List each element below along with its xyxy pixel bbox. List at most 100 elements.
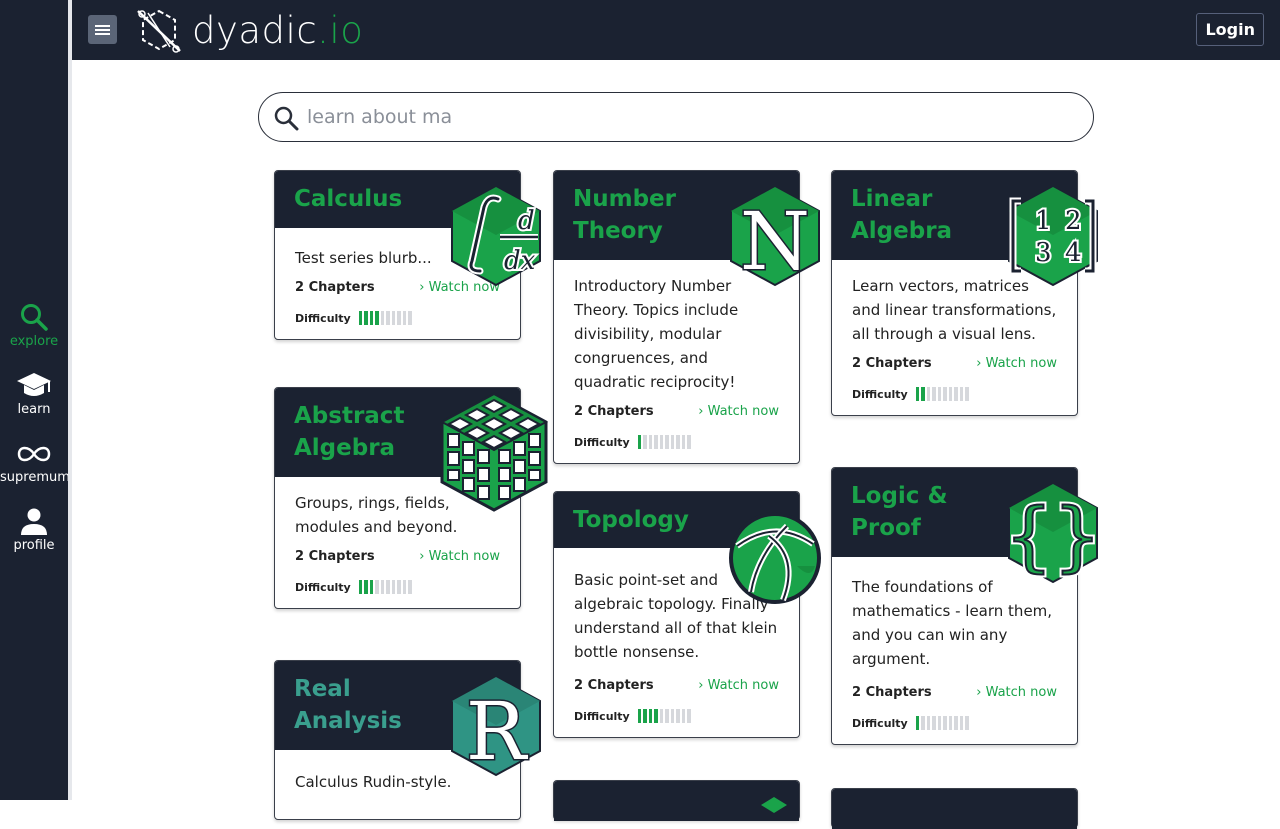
svg-text:1: 1 (1035, 206, 1052, 236)
difficulty-bar (637, 435, 691, 449)
difficulty-segment (648, 709, 653, 723)
difficulty-segment (915, 387, 920, 401)
chapter-count: 2 Chapters (852, 356, 932, 371)
card-header: Calculus d dx (275, 171, 541, 287)
svg-text:R: R (466, 685, 529, 777)
chapter-count: 2 Chapters (295, 549, 375, 564)
difficulty-segment (402, 311, 407, 325)
course-card-logic-proof[interactable]: Logic & Proof {} {} The foundations of m… (831, 467, 1099, 745)
watch-now-link[interactable]: › Watch now (976, 356, 1057, 371)
sidebar-item-explore[interactable]: explore (0, 302, 68, 349)
watch-now-link[interactable]: › Watch now (698, 404, 779, 419)
difficulty-segment (358, 580, 363, 594)
card-title: Linear Algebra (851, 186, 953, 244)
difficulty-segment (375, 311, 379, 325)
difficulty-segment (391, 580, 396, 594)
logo[interactable]: dyadic.io (134, 4, 363, 56)
card-header: Logic & Proof {} {} (832, 468, 1099, 584)
sidebar-item-label: explore (9, 334, 59, 349)
course-card-calculus[interactable]: Calculus d dx Test series blurb... 2 Cha… (274, 170, 541, 340)
difficulty-segment (380, 311, 385, 325)
course-card-partial[interactable] (831, 788, 1078, 829)
difficulty-label: Difficulty (852, 716, 908, 730)
difficulty-segment (926, 387, 931, 401)
difficulty-segment (369, 580, 374, 594)
course-card-partial[interactable] (553, 780, 800, 821)
person-icon (21, 508, 47, 535)
difficulty-segment (676, 435, 680, 449)
svg-text:N: N (740, 195, 810, 287)
sidebar-item-learn[interactable]: learn (0, 370, 68, 417)
difficulty-meter: Difficulty (295, 311, 500, 325)
graduation-cap-icon (17, 373, 51, 396)
difficulty-segment (959, 716, 964, 730)
difficulty-segment (676, 709, 680, 723)
difficulty-label: Difficulty (295, 580, 351, 594)
sidebar-item-label: learn (17, 402, 51, 417)
card-header: Linear Algebra 1 2 3 4 (832, 171, 1098, 287)
search-input[interactable] (307, 102, 1067, 132)
difficulty-segment (637, 709, 642, 723)
difficulty-segment (665, 709, 669, 723)
difficulty-segment (943, 716, 947, 730)
difficulty-segment (915, 716, 920, 730)
cube-icon (439, 392, 549, 512)
card-header (554, 781, 799, 821)
difficulty-segment (648, 435, 653, 449)
course-card-topology[interactable]: Topology Basic point-set and algebraic t… (553, 491, 821, 738)
sidebar: explore learn supremum profile (0, 0, 70, 800)
svg-text:4: 4 (1065, 238, 1082, 268)
card-title: Abstract Algebra (294, 403, 405, 461)
sidebar-item-supremum[interactable]: supremum (0, 440, 70, 485)
difficulty-segment (358, 311, 363, 325)
naturals-icon: N (730, 185, 820, 287)
svg-text:3: 3 (1035, 238, 1052, 268)
difficulty-segment (932, 387, 936, 401)
watch-now-link[interactable]: › Watch now (976, 685, 1057, 700)
chapter-count: 2 Chapters (295, 280, 375, 295)
sidebar-item-label: profile (13, 538, 55, 553)
difficulty-segment (670, 709, 675, 723)
watch-now-link[interactable]: › Watch now (419, 549, 500, 564)
difficulty-segment (408, 311, 412, 325)
logo-text: dyadic.io (192, 8, 364, 52)
card-header: Topology (554, 492, 821, 604)
sidebar-divider (68, 0, 72, 800)
difficulty-segment (397, 580, 401, 594)
search-icon (21, 304, 48, 331)
difficulty-segment (921, 387, 925, 401)
difficulty-meter: Difficulty (852, 387, 1057, 401)
difficulty-segment (954, 716, 958, 730)
difficulty-segment (408, 580, 412, 594)
sidebar-item-profile[interactable]: profile (0, 506, 68, 553)
difficulty-segment (948, 387, 953, 401)
search-icon (274, 106, 299, 131)
card-header (832, 789, 1077, 829)
dyadic-logo-icon (137, 9, 181, 53)
course-card-abstract-algebra[interactable]: Abstract Algebra Groups, rings, fields, … (274, 387, 549, 609)
difficulty-segment (665, 435, 669, 449)
difficulty-segment (643, 435, 647, 449)
difficulty-bar (637, 709, 691, 723)
course-card-real-analysis[interactable]: Real Analysis R Calculus Rudin-style. (274, 660, 541, 820)
difficulty-segment (386, 311, 390, 325)
card-header: Abstract Algebra (275, 388, 549, 512)
infinity-icon (17, 446, 51, 462)
svg-text:d: d (518, 206, 535, 236)
course-icon (761, 797, 787, 813)
difficulty-segment (397, 311, 401, 325)
difficulty-label: Difficulty (574, 709, 630, 723)
difficulty-meter: Difficulty (574, 709, 779, 723)
difficulty-meter: Difficulty (852, 716, 1057, 730)
menu-button[interactable] (88, 15, 117, 44)
difficulty-bar (358, 580, 412, 594)
card-description: Introductory Number Theory. Topics inclu… (574, 277, 739, 391)
course-card-number-theory[interactable]: Number Theory N Introductory Number Theo… (553, 170, 820, 464)
difficulty-segment (380, 580, 385, 594)
braces-icon: {} {} (1007, 482, 1099, 584)
course-card-linear-algebra[interactable]: Linear Algebra 1 2 3 4 Learn vectors, ma… (831, 170, 1098, 416)
watch-now-link[interactable]: › Watch now (698, 678, 779, 693)
chapter-count: 2 Chapters (574, 404, 654, 419)
difficulty-segment (681, 709, 686, 723)
login-button[interactable]: Login (1196, 13, 1264, 46)
